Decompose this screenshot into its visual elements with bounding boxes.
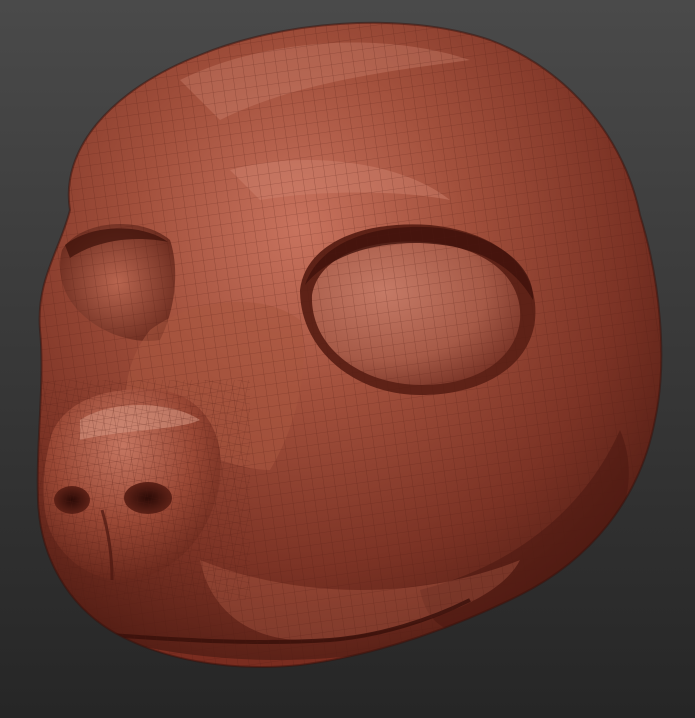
3d-viewport[interactable]: [0, 0, 695, 718]
viewport-canvas[interactable]: [0, 0, 695, 718]
wireframe-overlay-snout: [37, 380, 250, 600]
